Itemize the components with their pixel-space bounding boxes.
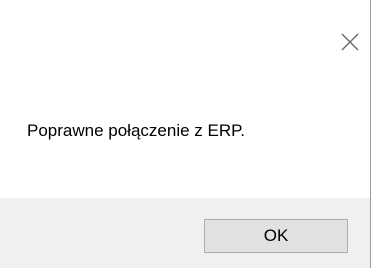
close-icon: [341, 33, 359, 51]
ok-button[interactable]: OK: [204, 219, 348, 253]
dialog-footer: OK: [0, 198, 370, 268]
message-dialog: Poprawne połączenie z ERP. OK: [0, 0, 371, 268]
dialog-message: Poprawne połączenie z ERP.: [27, 121, 245, 140]
close-button[interactable]: [334, 26, 366, 58]
dialog-titlebar: [0, 0, 370, 62]
dialog-content: Poprawne połączenie z ERP.: [0, 62, 370, 198]
